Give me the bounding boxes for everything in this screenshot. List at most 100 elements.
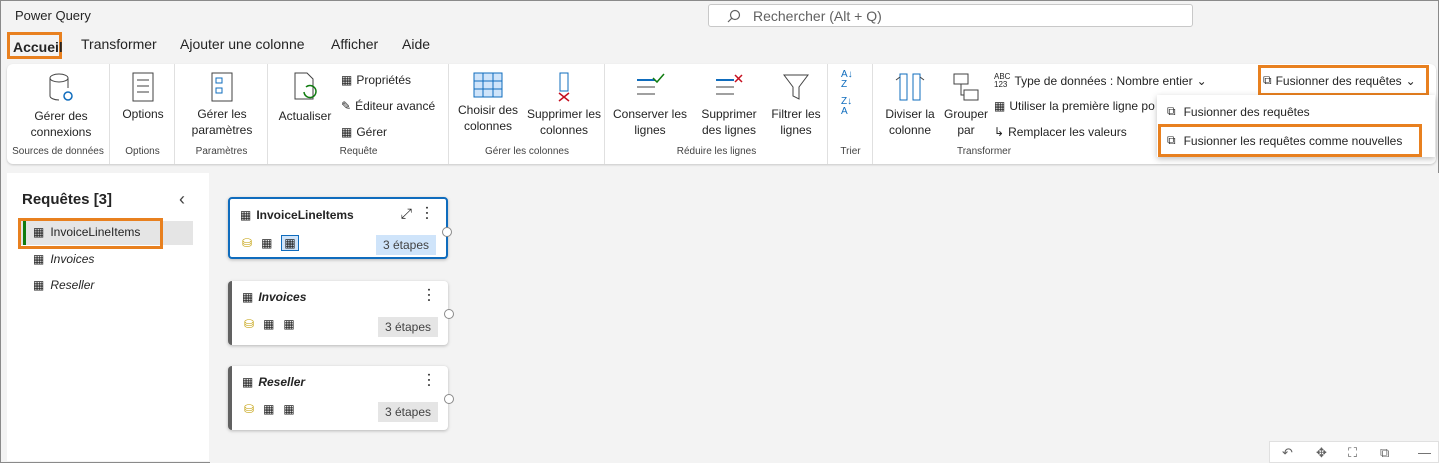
group-manage-columns: Choisir des colonnes Supprimer les colon… [450, 64, 605, 164]
sort-asc-button[interactable]: A↓ Z [841, 70, 853, 90]
editor-icon: ✎ [341, 99, 352, 113]
table-icon: ▦ [263, 317, 275, 331]
manage-params-button[interactable]: Gérer les paramètres [182, 72, 262, 138]
use-first-row-label: Utiliser la première ligne po [1009, 99, 1155, 113]
refresh-button[interactable]: Actualiser [277, 72, 333, 124]
card-step-icons: ⛁ ▦ ▦ [244, 317, 295, 331]
sort-desc-button[interactable]: Z↓ A [841, 97, 852, 117]
group-label-sort: Trier [840, 146, 861, 157]
table-icon: ▦ [994, 99, 1006, 113]
card-steps-badge: 3 étapes [377, 317, 438, 337]
query-item-invoices[interactable]: ▦ Invoices [33, 252, 94, 266]
query-card-reseller[interactable]: ▦ Reseller ⋯ ⛁ ▦ ▦ 3 étapes [228, 366, 454, 430]
merge-as-new-highlight [1158, 124, 1422, 157]
replace-values-label: Remplacer les valeurs [1008, 125, 1127, 139]
sort-desc-icon: Z↓ A [841, 96, 853, 117]
manage-connections-label: Gérer des connexions [30, 109, 92, 139]
card-steps-badge: 3 étapes [377, 402, 438, 422]
card-header: ▦ InvoiceLineItems [240, 208, 354, 222]
query-item-reseller[interactable]: ▦ Reseller [33, 278, 94, 292]
group-label-reduce-rows: Réduire les lignes [676, 146, 757, 157]
group-by-label: Grouper par [943, 107, 989, 137]
group-reduce-rows: Conserver les lignes Supprimer des ligne… [606, 64, 828, 164]
tab-ajouter-colonne[interactable]: Ajouter une colonne [180, 36, 305, 52]
options-icon [132, 72, 154, 102]
search-placeholder: Rechercher (Alt + Q) [753, 8, 882, 24]
table-icon: ▦ [261, 236, 273, 250]
card-step-icons: ⛁ ▦ ▦ [244, 402, 295, 416]
replace-values-button[interactable]: ↳ Remplacer les valeurs [994, 125, 1127, 139]
more-options-icon[interactable]: ⋯ [419, 287, 438, 302]
undo-icon[interactable]: ↶ [1282, 445, 1293, 461]
table-icon: ▦ [33, 278, 45, 292]
manage-connections-button[interactable]: Gérer des connexions [17, 72, 105, 140]
replace-icon: ↳ [994, 125, 1005, 139]
search-box[interactable]: Rechercher (Alt + Q) [708, 4, 1193, 27]
options-button[interactable]: Options [117, 72, 169, 122]
database-icon: ⛁ [244, 402, 255, 416]
tab-afficher[interactable]: Afficher [331, 36, 378, 52]
query-label: Reseller [50, 278, 95, 292]
map-icon[interactable]: ⧉ [1380, 445, 1389, 461]
keep-rows-button[interactable]: Conserver les lignes [612, 72, 688, 138]
more-options-icon[interactable]: ⋯ [419, 372, 438, 387]
connector-dot[interactable] [444, 394, 454, 404]
card-title: Invoices [258, 290, 307, 304]
remove-columns-button[interactable]: Supprimer les colonnes [526, 72, 602, 138]
group-label-transform: Transformer [956, 146, 1012, 157]
choose-columns-label: Choisir des colonnes [457, 103, 519, 133]
filter-rows-label: Filtrer les lignes [771, 107, 821, 137]
more-options-icon[interactable]: ⋯ [417, 205, 436, 220]
move-icon[interactable]: ✥ [1316, 445, 1327, 461]
manage-button[interactable]: ▦ Gérer [341, 125, 387, 139]
manage-params-label: Gérer les paramètres [191, 107, 253, 137]
params-icon [211, 72, 233, 102]
use-first-row-button[interactable]: ▦ Utiliser la première ligne po [994, 99, 1155, 113]
group-options: Options Options [111, 64, 175, 164]
filter-rows-button[interactable]: Filtrer les lignes [770, 72, 822, 138]
connector-dot[interactable] [444, 309, 454, 319]
zoom-out-icon[interactable]: — [1418, 445, 1431, 460]
group-params: Gérer les paramètres Paramètres [176, 64, 268, 164]
data-type-dropdown[interactable]: ABC 123 Type de données : Nombre entier ⌄ [994, 73, 1207, 89]
database-gear-icon [49, 73, 73, 101]
tab-aide[interactable]: Aide [402, 36, 430, 52]
menu-item-merge-queries[interactable]: ⧉ Fusionner des requêtes [1167, 104, 1310, 119]
diagram-canvas: ▦ InvoiceLineItems ⤢ ⋯ ⛁ ▦ ▦ 3 étapes ▦ Invo… [210, 173, 1439, 463]
group-by-button[interactable]: Grouper par [942, 72, 990, 138]
properties-button[interactable]: ▦ Propriétés [341, 73, 411, 87]
card-step-icons: ⛁ ▦ ▦ [242, 235, 299, 251]
collapse-chevron-icon[interactable]: ‹ [179, 189, 185, 210]
group-label-params: Paramètres [195, 146, 248, 157]
tab-transformer[interactable]: Transformer [81, 36, 157, 52]
query-card-invoicelineitems[interactable]: ▦ InvoiceLineItems ⤢ ⋯ ⛁ ▦ ▦ 3 étapes [228, 197, 452, 259]
group-label-manage-columns: Gérer les colonnes [485, 146, 569, 157]
filter-icon [783, 74, 809, 100]
query-card-invoices[interactable]: ▦ Invoices ⋯ ⛁ ▦ ▦ 3 étapes [228, 281, 454, 345]
group-label-requete: Requête [339, 146, 378, 157]
query-label: Invoices [50, 252, 95, 266]
choose-columns-button[interactable]: Choisir des colonnes [456, 72, 520, 134]
connector-dot[interactable] [442, 227, 452, 237]
keep-rows-icon [637, 73, 665, 95]
group-label-sources: Sources de données [12, 146, 104, 157]
table-icon: ▦ [263, 402, 275, 416]
app-title: Power Query [15, 8, 91, 23]
sort-asc-icon: A↓ Z [841, 69, 853, 90]
advanced-editor-button[interactable]: ✎ Éditeur avancé [341, 99, 435, 113]
tab-accueil[interactable]: Accueil [7, 32, 63, 59]
ribbon-tabs: Accueil Transformer Ajouter une colonne … [2, 30, 1439, 60]
split-column-button[interactable]: Diviser la colonne [880, 72, 940, 138]
table-icon: ▦ [283, 317, 295, 331]
remove-rows-button[interactable]: Supprimer des lignes [690, 72, 768, 138]
menu-item-label: Fusionner des requêtes [1183, 104, 1310, 119]
queries-panel: Requêtes [3] ‹ ▦ InvoiceLineItems ▦ Invoic… [7, 173, 209, 461]
expand-icon[interactable]: ⤢ [401, 205, 412, 222]
fit-to-screen-icon[interactable]: ⛶ [1348, 445, 1357, 461]
group-requete: Actualiser ▦ Propriétés ✎ Éditeur avancé ▦… [269, 64, 449, 164]
database-icon: ⛁ [244, 317, 255, 331]
options-label: Options [122, 107, 164, 121]
remove-rows-label: Supprimer des lignes [701, 107, 757, 137]
keep-rows-label: Conserver les lignes [612, 107, 688, 137]
advanced-editor-label: Éditeur avancé [355, 99, 436, 113]
